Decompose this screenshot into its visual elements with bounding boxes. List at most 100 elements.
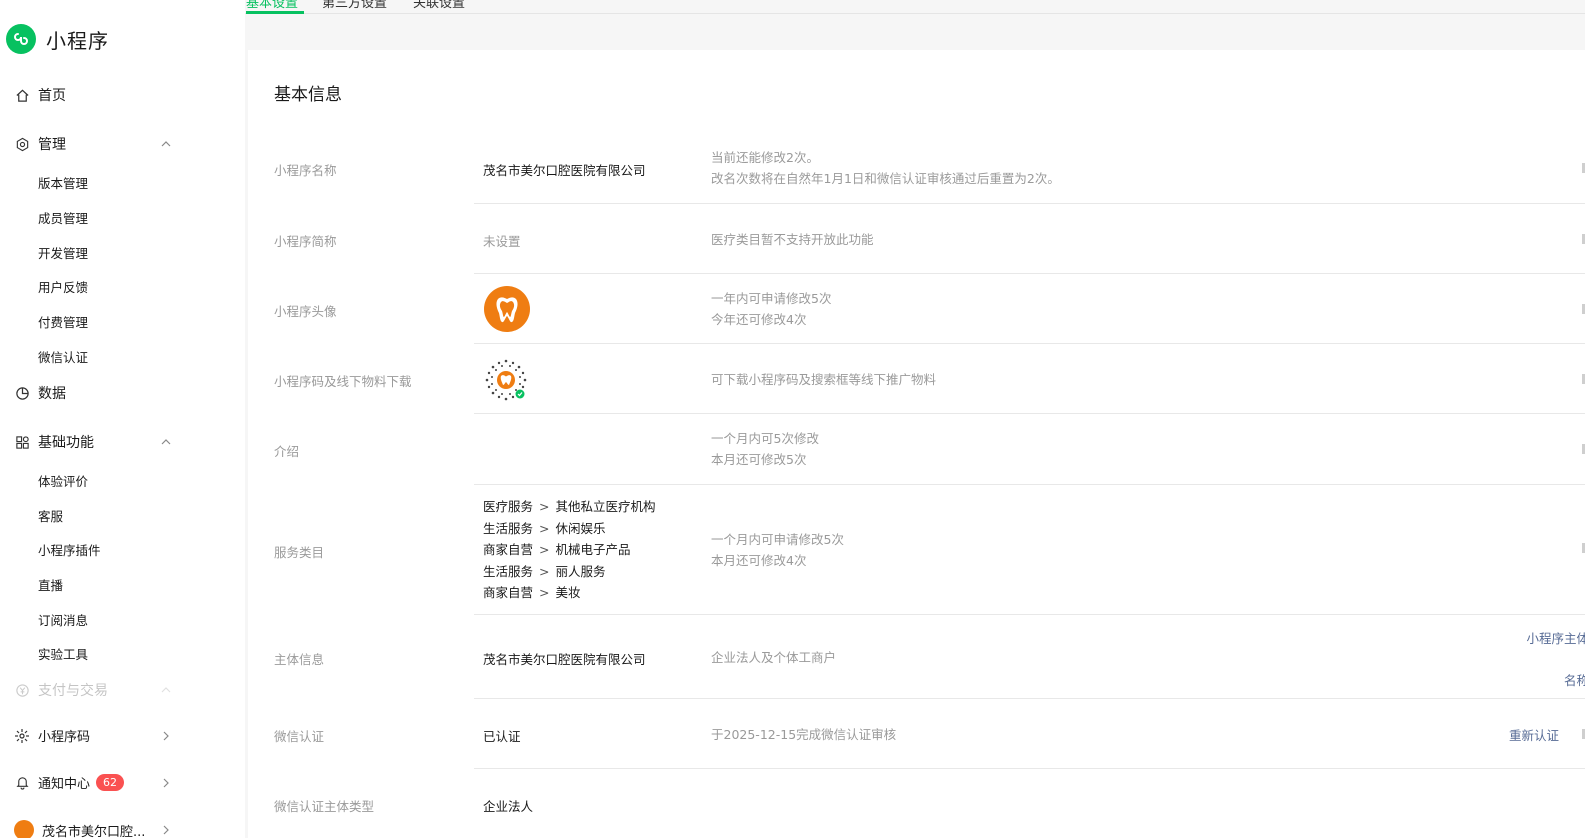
name-tip: 当前还能修改2次。 改名次数将在自然年1月1日和微信认证审核通过后重置为2次。 (711, 147, 1060, 189)
row-qrcode-download: 小程序码及线下物料下载 可下载小程序码及搜索框等线下推广物料 (274, 344, 1585, 414)
home-icon (14, 87, 30, 103)
chevron-up-icon[interactable] (158, 682, 174, 698)
row-short-name: 小程序简称 未设置 医疗类目暂不支持开放此功能 (274, 204, 1585, 274)
category-separator: > (539, 563, 550, 579)
row-cert-subject-type: 微信认证主体类型 企业法人 (274, 769, 1585, 838)
category-parent: 商家自营 (483, 542, 534, 557)
service-category-list: 医疗服务 > 其他私立医疗机构 生活服务 > 休闲娱乐 商家自营 > 机械电子产品 生活服务… (483, 496, 656, 604)
tab-link-settings[interactable]: 关联设置 (413, 0, 465, 11)
notification-count-badge: 62 (96, 774, 125, 791)
sidebar-item-members[interactable]: 成员管理 (38, 208, 88, 227)
sidebar-item-version[interactable]: 版本管理 (38, 173, 88, 192)
entity-change-link[interactable]: 小程序主体 (1526, 628, 1585, 647)
mini-program-code-image[interactable] (483, 357, 529, 406)
nav-account[interactable]: 茂名市美尔口腔... (14, 820, 174, 838)
mini-program-name-value: 茂名市美尔口腔医院有限公司 (483, 163, 646, 178)
category-separator: > (539, 585, 550, 600)
app-title: 小程序 (46, 28, 109, 53)
chevron-right-icon[interactable] (158, 822, 174, 838)
avatar-tip: 一年内可申请修改5次 今年还可修改4次 (711, 288, 831, 330)
chevron-up-icon[interactable] (158, 434, 174, 450)
category-item: 商家自营 > 机械电子产品 (483, 539, 656, 561)
intro-tip-line2: 本月还可修改5次 (711, 452, 807, 467)
settings-hexagon-icon (14, 136, 30, 152)
nav-payment[interactable]: 支付与交易 (14, 680, 174, 700)
row-introduction: 介绍 一个月内可5次修改 本月还可修改5次 (274, 414, 1585, 485)
sidebar-item-lab[interactable]: 实验工具 (38, 644, 88, 663)
entity-name-value: 茂名市美尔口腔医院有限公司 (483, 652, 646, 667)
nav-home-label: 首页 (38, 88, 66, 104)
tooth-logo-icon (484, 286, 530, 332)
category-separator: > (539, 520, 550, 536)
grid-icon (14, 434, 30, 450)
tab-basic-settings[interactable]: 基本设置 (246, 0, 298, 11)
nav-data[interactable]: 数据 (14, 383, 174, 403)
nav-home[interactable]: 首页 (14, 85, 174, 105)
nav-notify[interactable]: 通知中心 62 (14, 773, 174, 792)
category-separator: > (539, 499, 550, 514)
brand[interactable]: 小程序 (6, 24, 109, 54)
category-child: 休闲娱乐 (555, 520, 606, 536)
section-title: 基本信息 (274, 85, 342, 105)
avatar-tip-line2: 今年还可修改4次 (711, 312, 807, 327)
recertify-link[interactable]: 重新认证 (1509, 725, 1559, 744)
category-child: 其他私立医疗机构 (555, 499, 656, 514)
category-separator: > (539, 542, 550, 557)
category-parent: 生活服务 (483, 520, 534, 536)
sun-code-icon (14, 728, 30, 744)
nav-qrcode-label: 小程序码 (38, 730, 91, 745)
pie-chart-icon (14, 385, 30, 401)
category-child: 机械电子产品 (555, 542, 631, 557)
sidebar-item-payment-manage[interactable]: 付费管理 (38, 312, 88, 331)
account-avatar (14, 820, 34, 838)
basic-info-card: 基本信息 小程序名称 茂名市美尔口腔医院有限公司 当前还能修改2次。 改名次数将… (248, 50, 1585, 838)
nav-basic[interactable]: 基础功能 (14, 432, 174, 452)
sidebar-item-service[interactable]: 客服 (38, 506, 63, 525)
nav-manage-label: 管理 (38, 137, 66, 153)
nav-basic-label: 基础功能 (38, 435, 94, 451)
mini-program-avatar[interactable] (483, 285, 531, 336)
nav-data-label: 数据 (38, 386, 66, 402)
category-child: 美妆 (555, 585, 581, 600)
category-tip-line2: 本月还可修改4次 (711, 553, 807, 568)
row-service-category: 服务类目 医疗服务 > 其他私立医疗机构 生活服务 > 休闲娱乐 商家自营 > 机械电子产品… (274, 485, 1585, 615)
sidebar-item-wechat-cert[interactable]: 微信认证 (38, 347, 88, 366)
sidebar-item-develop[interactable]: 开发管理 (38, 243, 88, 262)
nav-notify-label: 通知中心 (38, 777, 91, 792)
sidebar-item-live[interactable]: 直播 (38, 575, 63, 594)
row-label: 小程序名称 (274, 163, 337, 178)
nav-payment-label: 支付与交易 (38, 683, 108, 699)
category-item: 生活服务 > 休闲娱乐 (483, 518, 656, 540)
sidebar: 小程序 首页 管理 版本管理 成员管理 开发管理 用户反馈 付费管理 微信认证 … (0, 0, 245, 838)
cert-subject-type-value: 企业法人 (483, 799, 534, 814)
sidebar-item-subscribe[interactable]: 订阅消息 (38, 610, 88, 629)
row-wechat-cert: 微信认证 已认证 于2025-12-15完成微信认证审核 重新认证 (274, 699, 1585, 769)
short-name-tip: 医疗类目暂不支持开放此功能 (711, 232, 874, 247)
nav-manage[interactable]: 管理 (14, 134, 174, 154)
entity-name-link[interactable]: 名称 (1564, 670, 1585, 689)
chevron-right-icon[interactable] (158, 775, 174, 791)
category-parent: 生活服务 (483, 563, 534, 579)
row-label: 主体信息 (274, 652, 325, 667)
chevron-up-icon[interactable] (158, 136, 174, 152)
category-item: 商家自营 > 美妆 (483, 582, 656, 604)
name-tip-line1: 当前还能修改2次。 (711, 150, 819, 165)
row-avatar: 小程序头像 一年内可申请修改5次 今年还可修改4次 (274, 274, 1585, 344)
tab-third-party-settings[interactable]: 第三方设置 (322, 0, 387, 11)
bell-icon (14, 775, 30, 791)
settings-tabs: 基本设置 第三方设置 关联设置 (245, 0, 1585, 14)
mini-program-logo-icon (6, 24, 36, 54)
intro-tip-line1: 一个月内可5次修改 (711, 431, 819, 446)
row-label: 小程序简称 (274, 234, 337, 249)
nav-qrcode[interactable]: 小程序码 (14, 726, 174, 745)
sidebar-item-feedback[interactable]: 用户反馈 (38, 277, 88, 296)
cert-status-value: 已认证 (483, 729, 521, 744)
sidebar-item-plugin[interactable]: 小程序插件 (38, 540, 101, 559)
avatar-tip-line1: 一年内可申请修改5次 (711, 291, 832, 306)
chevron-right-icon[interactable] (158, 728, 174, 744)
short-name-value: 未设置 (483, 234, 521, 249)
row-label: 介绍 (274, 444, 300, 459)
sidebar-item-review[interactable]: 体验评价 (38, 471, 88, 490)
category-tip: 一个月内可申请修改5次 本月还可修改4次 (711, 529, 844, 571)
category-tip-line1: 一个月内可申请修改5次 (711, 532, 844, 547)
